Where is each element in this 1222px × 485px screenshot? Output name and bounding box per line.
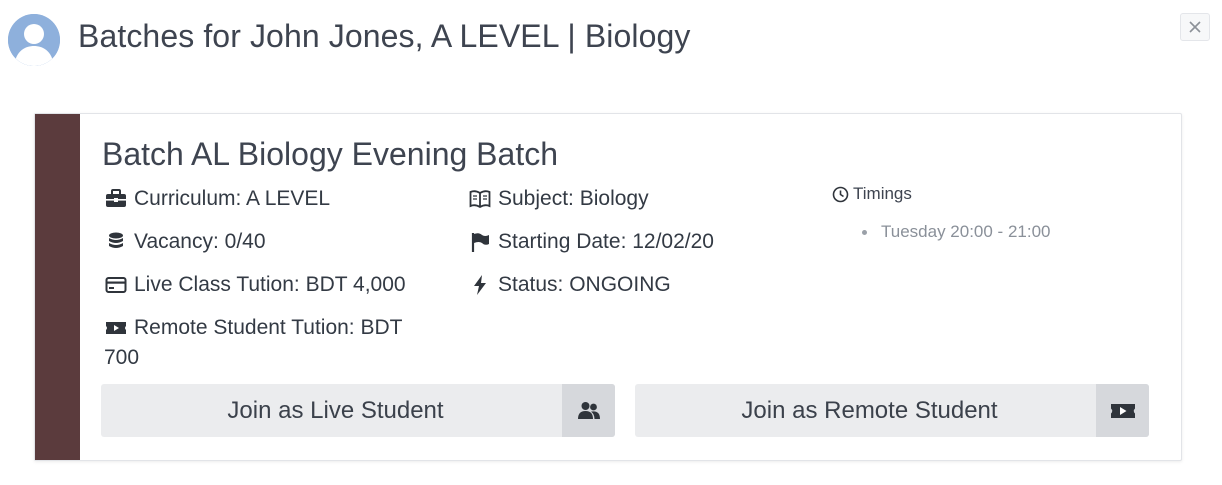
book-open-icon	[468, 184, 492, 214]
vacancy-info: Vacancy: 0/40	[104, 227, 266, 257]
flag-icon	[468, 227, 492, 257]
users-icon	[562, 384, 615, 437]
modal-header: Batches for John Jones, A LEVEL | Biolog…	[0, 0, 1222, 80]
live-tuition-info: Live Class Tution: BDT 4,000	[104, 270, 406, 300]
remote-tuition-info: Remote Student Tution: BDT 700	[104, 313, 424, 373]
timing-text: Tuesday 20:00 - 21:00	[881, 222, 1051, 241]
close-button[interactable]	[1180, 13, 1210, 41]
batch-title: Batch AL Biology Evening Batch	[102, 136, 558, 172]
bolt-icon	[468, 270, 492, 300]
status-info: Status: ONGOING	[468, 270, 671, 300]
video-ticket-icon	[1096, 384, 1149, 437]
user-avatar-icon	[8, 14, 60, 66]
join-live-button[interactable]: Join as Live Student	[101, 384, 615, 437]
subject-text: Subject: Biology	[498, 187, 649, 210]
status-text: Status: ONGOING	[498, 273, 671, 296]
join-live-label: Join as Live Student	[227, 396, 444, 424]
starting-date-info: Starting Date: 12/02/20	[468, 227, 714, 257]
remote-tuition-text: Remote Student Tution: BDT 700	[104, 316, 403, 369]
batch-card: Batch AL Biology Evening Batch Curriculu…	[34, 113, 1182, 461]
database-icon	[104, 227, 128, 257]
page-title: Batches for John Jones, A LEVEL | Biolog…	[78, 18, 691, 54]
bullet	[862, 229, 867, 235]
subject-info: Subject: Biology	[468, 184, 649, 214]
live-tuition-text: Live Class Tution: BDT 4,000	[134, 273, 406, 296]
vacancy-text: Vacancy: 0/40	[134, 230, 266, 253]
timings-heading: Timings	[832, 184, 912, 204]
join-remote-button[interactable]: Join as Remote Student	[635, 384, 1149, 437]
video-ticket-icon	[104, 313, 128, 343]
card-accent-bar	[35, 114, 80, 460]
curriculum-info: Curriculum: A LEVEL	[104, 184, 330, 214]
close-icon	[1189, 21, 1201, 33]
starting-date-text: Starting Date: 12/02/20	[498, 230, 714, 253]
briefcase-icon	[104, 184, 128, 214]
curriculum-text: Curriculum: A LEVEL	[134, 187, 331, 210]
timing-list-item: Tuesday 20:00 - 21:00	[862, 222, 1051, 242]
credit-card-icon	[104, 270, 128, 300]
clock-icon	[832, 186, 849, 202]
join-remote-label: Join as Remote Student	[741, 396, 998, 424]
timings-label: Timings	[853, 184, 912, 203]
